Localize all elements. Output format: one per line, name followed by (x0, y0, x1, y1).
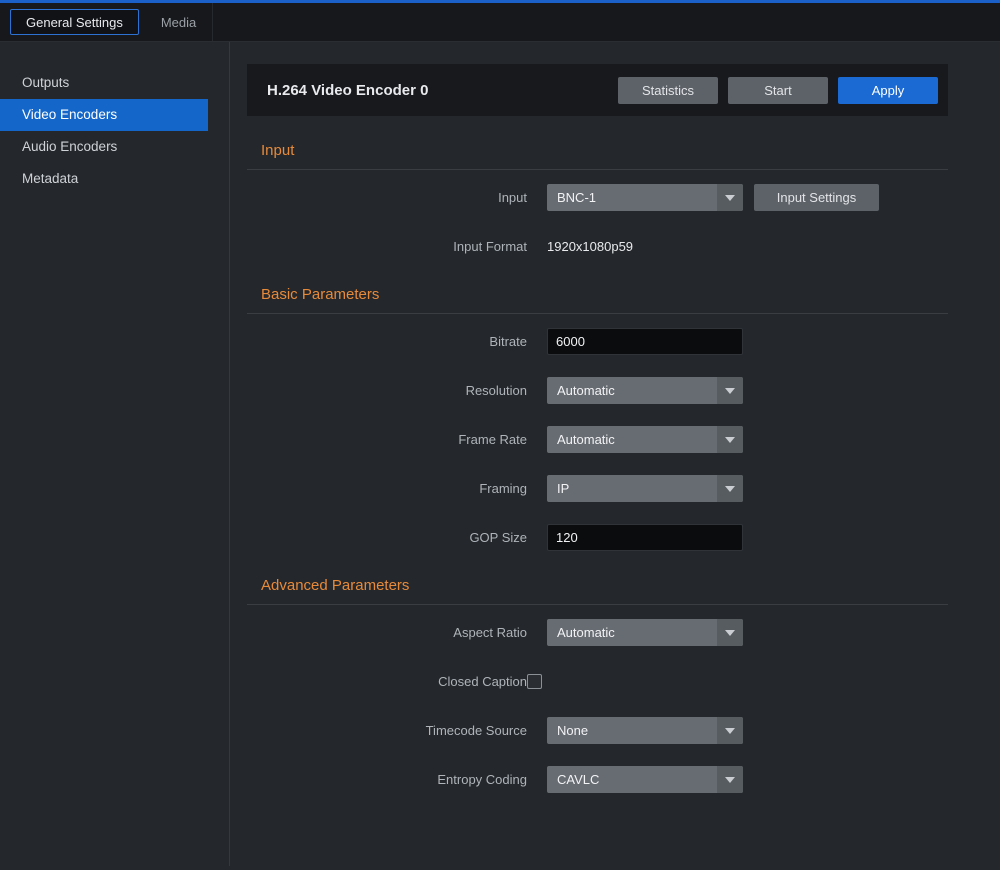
sidebar-item-label: Video Encoders (22, 107, 117, 122)
field-label: Bitrate (247, 334, 527, 349)
form-row-aspect-ratio: Aspect Ratio Automatic (247, 619, 948, 646)
form-row-entropy-coding: Entropy Coding CAVLC (247, 766, 948, 793)
form-row-resolution: Resolution Automatic (247, 377, 948, 404)
tab-general-settings[interactable]: General Settings (10, 9, 139, 35)
select-value: IP (547, 481, 717, 496)
panel-header: H.264 Video Encoder 0 Statistics Start A… (247, 64, 948, 116)
chevron-down-icon (717, 184, 743, 211)
select-value: Automatic (547, 383, 717, 398)
tab-label: General Settings (26, 15, 123, 30)
field-label: Input (247, 190, 527, 205)
chevron-down-icon (717, 475, 743, 502)
sidebar: Outputs Video Encoders Audio Encoders Me… (0, 42, 230, 866)
chevron-down-icon (717, 619, 743, 646)
form-row-closed-caption: Closed Caption (247, 668, 948, 695)
form-row-timecode-source: Timecode Source None (247, 717, 948, 744)
aspect-ratio-select[interactable]: Automatic (547, 619, 743, 646)
start-button[interactable]: Start (728, 77, 828, 104)
field-label: Entropy Coding (247, 772, 527, 787)
select-value: CAVLC (547, 772, 717, 787)
input-format-value: 1920x1080p59 (547, 239, 633, 254)
field-label: Timecode Source (247, 723, 527, 738)
field-label: GOP Size (247, 530, 527, 545)
form-row-framing: Framing IP (247, 475, 948, 502)
statistics-button[interactable]: Statistics (618, 77, 718, 104)
apply-button[interactable]: Apply (838, 77, 938, 104)
form-row-frame-rate: Frame Rate Automatic (247, 426, 948, 453)
timecode-source-select[interactable]: None (547, 717, 743, 744)
tab-media[interactable]: Media (145, 3, 213, 41)
input-select[interactable]: BNC-1 (547, 184, 743, 211)
select-value: BNC-1 (547, 190, 717, 205)
field-label: Framing (247, 481, 527, 496)
chevron-down-icon (717, 717, 743, 744)
field-label: Resolution (247, 383, 527, 398)
sidebar-item-label: Metadata (22, 171, 78, 186)
sidebar-item-audio-encoders[interactable]: Audio Encoders (0, 131, 208, 163)
form-row-gop-size: GOP Size (247, 524, 948, 551)
sidebar-item-label: Outputs (22, 75, 69, 90)
sidebar-item-label: Audio Encoders (22, 139, 117, 154)
closed-caption-checkbox[interactable] (527, 674, 542, 689)
select-value: Automatic (547, 432, 717, 447)
main-content: H.264 Video Encoder 0 Statistics Start A… (230, 42, 1000, 866)
top-tab-bar: General Settings Media (0, 0, 1000, 42)
section-advanced-rows: Aspect Ratio Automatic Closed Caption Ti… (247, 605, 948, 793)
select-value: None (547, 723, 717, 738)
field-label: Aspect Ratio (247, 625, 527, 640)
form-row-bitrate: Bitrate (247, 328, 948, 355)
framing-select[interactable]: IP (547, 475, 743, 502)
gop-size-input[interactable] (547, 524, 743, 551)
field-label: Closed Caption (247, 674, 527, 689)
section-title-input: Input (247, 142, 948, 170)
chevron-down-icon (717, 377, 743, 404)
sidebar-item-metadata[interactable]: Metadata (0, 163, 208, 195)
bitrate-input[interactable] (547, 328, 743, 355)
form-row-input: Input BNC-1 Input Settings (247, 184, 948, 211)
field-label: Input Format (247, 239, 527, 254)
section-title-basic-parameters: Basic Parameters (247, 286, 948, 314)
section-title-advanced-parameters: Advanced Parameters (247, 577, 948, 605)
resolution-select[interactable]: Automatic (547, 377, 743, 404)
entropy-coding-select[interactable]: CAVLC (547, 766, 743, 793)
frame-rate-select[interactable]: Automatic (547, 426, 743, 453)
sidebar-item-video-encoders[interactable]: Video Encoders (0, 99, 208, 131)
section-basic-rows: Bitrate Resolution Automatic Frame Rate … (247, 314, 948, 551)
field-label: Frame Rate (247, 432, 527, 447)
page-title: H.264 Video Encoder 0 (267, 82, 608, 99)
form-row-input-format: Input Format 1920x1080p59 (247, 233, 948, 260)
select-value: Automatic (547, 625, 717, 640)
sidebar-item-outputs[interactable]: Outputs (0, 67, 208, 99)
section-input-rows: Input BNC-1 Input Settings Input Format … (247, 170, 948, 260)
input-settings-button[interactable]: Input Settings (754, 184, 879, 211)
tab-label: Media (161, 15, 196, 30)
chevron-down-icon (717, 426, 743, 453)
chevron-down-icon (717, 766, 743, 793)
